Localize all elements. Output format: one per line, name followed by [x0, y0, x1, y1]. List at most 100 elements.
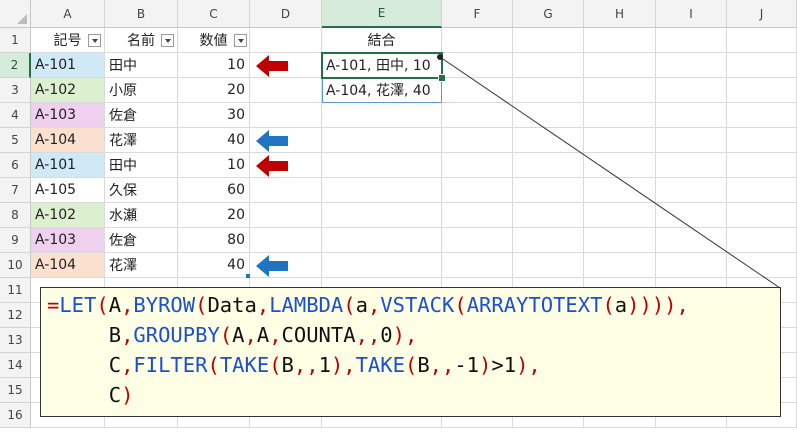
cell-d7[interactable] [250, 178, 322, 203]
column-header-c[interactable]: C [178, 0, 250, 28]
row-header-10[interactable]: 10 [0, 253, 31, 278]
cell-a9[interactable]: A-103 [31, 228, 105, 253]
cell-h9[interactable] [584, 228, 656, 253]
cell-g8[interactable] [513, 203, 584, 228]
cell-h4[interactable] [584, 103, 656, 128]
fill-handle[interactable] [438, 74, 446, 82]
row-header-12[interactable]: 12 [0, 303, 31, 328]
cell-h10[interactable] [584, 253, 656, 278]
select-all-corner[interactable] [0, 0, 31, 28]
cell-a4[interactable]: A-103 [31, 103, 105, 128]
cell-f2[interactable] [442, 53, 513, 78]
cell-i9[interactable] [656, 228, 727, 253]
cell-d9[interactable] [250, 228, 322, 253]
cell-j7[interactable] [727, 178, 797, 203]
cell-c3[interactable]: 20 [178, 78, 250, 103]
cell-j5[interactable] [727, 128, 797, 153]
row-header-6[interactable]: 6 [0, 153, 31, 178]
column-header-g[interactable]: G [513, 0, 584, 28]
cell-f8[interactable] [442, 203, 513, 228]
cell-i1[interactable] [656, 28, 727, 53]
row-header-11[interactable]: 11 [0, 278, 31, 303]
cell-a3[interactable]: A-102 [31, 78, 105, 103]
cell-g3[interactable] [513, 78, 584, 103]
cell-c8[interactable]: 20 [178, 203, 250, 228]
cell-j2[interactable] [727, 53, 797, 78]
cell-i10[interactable] [656, 253, 727, 278]
cell-a2[interactable]: A-101 [31, 53, 105, 78]
column-header-b[interactable]: B [105, 0, 178, 28]
cell-j9[interactable] [727, 228, 797, 253]
row-header-13[interactable]: 13 [0, 328, 31, 353]
row-header-15[interactable]: 15 [0, 378, 31, 403]
cell-g2[interactable] [513, 53, 584, 78]
cell-h1[interactable] [584, 28, 656, 53]
cell-g1[interactable] [513, 28, 584, 53]
column-header-d[interactable]: D [250, 0, 322, 28]
column-header-i[interactable]: I [656, 0, 727, 28]
cell-g4[interactable] [513, 103, 584, 128]
cell-e5[interactable] [322, 128, 442, 153]
cell-g7[interactable] [513, 178, 584, 203]
cell-j6[interactable] [727, 153, 797, 178]
cell-c1[interactable]: 数値 [178, 28, 250, 53]
column-header-e[interactable]: E [322, 0, 442, 28]
cell-d8[interactable] [250, 203, 322, 228]
cell-j8[interactable] [727, 203, 797, 228]
cell-f7[interactable] [442, 178, 513, 203]
cell-f10[interactable] [442, 253, 513, 278]
cell-a10[interactable]: A-104 [31, 253, 105, 278]
cell-f3[interactable] [442, 78, 513, 103]
cell-c6[interactable]: 10 [178, 153, 250, 178]
column-header-f[interactable]: F [442, 0, 513, 28]
cell-c10[interactable]: 40 [178, 253, 250, 278]
column-header-a[interactable]: A [31, 0, 105, 28]
cell-a5[interactable]: A-104 [31, 128, 105, 153]
cell-h2[interactable] [584, 53, 656, 78]
cell-h5[interactable] [584, 128, 656, 153]
filter-dropdown-icon[interactable] [161, 34, 174, 47]
row-header-14[interactable]: 14 [0, 353, 31, 378]
cell-c5[interactable]: 40 [178, 128, 250, 153]
cell-g5[interactable] [513, 128, 584, 153]
cell-f4[interactable] [442, 103, 513, 128]
row-header-5[interactable]: 5 [0, 128, 31, 153]
cell-e4[interactable] [322, 103, 442, 128]
cell-e8[interactable] [322, 203, 442, 228]
cell-h7[interactable] [584, 178, 656, 203]
filter-dropdown-icon[interactable] [234, 34, 247, 47]
cell-g10[interactable] [513, 253, 584, 278]
cell-h6[interactable] [584, 153, 656, 178]
cell-d1[interactable] [250, 28, 322, 53]
cell-b4[interactable]: 佐倉 [105, 103, 178, 128]
cell-g9[interactable] [513, 228, 584, 253]
row-header-2[interactable]: 2 [0, 53, 31, 78]
cell-c7[interactable]: 60 [178, 178, 250, 203]
cell-b7[interactable]: 久保 [105, 178, 178, 203]
column-header-j[interactable]: J [727, 0, 797, 28]
row-header-9[interactable]: 9 [0, 228, 31, 253]
cell-i7[interactable] [656, 178, 727, 203]
cell-d4[interactable] [250, 103, 322, 128]
cell-b9[interactable]: 佐倉 [105, 228, 178, 253]
cell-e6[interactable] [322, 153, 442, 178]
cell-j4[interactable] [727, 103, 797, 128]
cell-b5[interactable]: 花澤 [105, 128, 178, 153]
cell-i8[interactable] [656, 203, 727, 228]
row-header-4[interactable]: 4 [0, 103, 31, 128]
cell-b1[interactable]: 名前 [105, 28, 178, 53]
cell-a7[interactable]: A-105 [31, 178, 105, 203]
cell-j10[interactable] [727, 253, 797, 278]
row-header-1[interactable]: 1 [0, 28, 31, 53]
cell-a6[interactable]: A-101 [31, 153, 105, 178]
cell-a8[interactable]: A-102 [31, 203, 105, 228]
cell-f6[interactable] [442, 153, 513, 178]
cell-c9[interactable]: 80 [178, 228, 250, 253]
cell-g6[interactable] [513, 153, 584, 178]
cell-f1[interactable] [442, 28, 513, 53]
cell-j1[interactable] [727, 28, 797, 53]
cell-b6[interactable]: 田中 [105, 153, 178, 178]
cell-b2[interactable]: 田中 [105, 53, 178, 78]
column-header-h[interactable]: H [584, 0, 656, 28]
cell-e1[interactable]: 結合 [322, 28, 442, 53]
